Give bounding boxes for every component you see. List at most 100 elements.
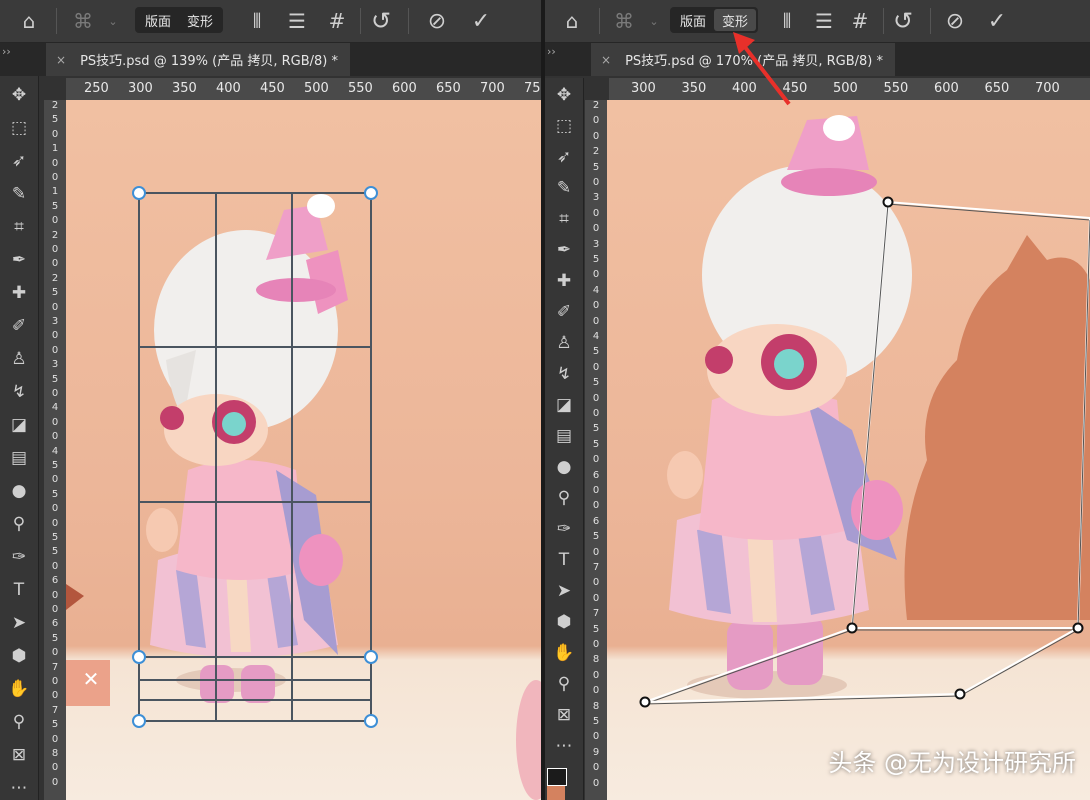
ruler-tick-label: 5 (592, 346, 600, 358)
warp-handle[interactable] (364, 650, 378, 664)
history-brush-tool-icon[interactable]: ↯ (4, 377, 34, 407)
background-color-swatch[interactable] (547, 786, 565, 800)
home-icon[interactable]: ⌂ (557, 6, 587, 36)
ruler-tick-label: 5 (51, 373, 59, 385)
ruler-tick-label: 0 (592, 777, 600, 789)
zoom-tool-icon[interactable]: ⚲ (4, 707, 34, 737)
dodge-tool-icon[interactable]: ⚲ (549, 483, 579, 513)
ruler-tick-label: 5 (592, 716, 600, 727)
path-select-tool-icon[interactable]: ➤ (549, 576, 579, 606)
transform-handle[interactable] (1072, 622, 1084, 634)
block-prop-mark: ✕ (83, 667, 100, 691)
separator (883, 8, 884, 34)
vertical-ruler: 2 5 0 1 0 0 1 5 0 2 0 0 2 5 0 3 0 0 3 5 0 4 0 0 4 5 0 5 0 0 5 5 0 6 0 0 6 5 0 7… (44, 100, 66, 800)
eraser-tool-icon[interactable]: ◪ (549, 390, 579, 420)
eyedropper-tool-icon[interactable]: ✒ (549, 235, 579, 265)
history-brush-tool-icon[interactable]: ↯ (549, 359, 579, 389)
frame-tool-icon[interactable]: ⊠ (549, 700, 579, 730)
home-icon[interactable]: ⌂ (14, 6, 44, 36)
shape-tool-icon[interactable]: ⬢ (549, 607, 579, 637)
chevron-down-icon[interactable]: ⌄ (98, 6, 128, 36)
layout-mode-button[interactable]: 版面 (137, 9, 179, 31)
type-tool-icon[interactable]: T (549, 545, 579, 575)
split-horizontal-icon[interactable]: ☰ (282, 6, 312, 36)
blur-tool-icon[interactable]: ● (549, 452, 579, 482)
move-tool-icon[interactable]: ✥ (549, 80, 579, 110)
transform-handle[interactable] (846, 622, 858, 634)
blur-tool-icon[interactable]: ● (4, 476, 34, 506)
chevron-down-icon[interactable]: ⌄ (639, 6, 669, 36)
warp-handle[interactable] (364, 714, 378, 728)
close-tab-icon[interactable]: × (56, 53, 66, 67)
stamp-tool-icon[interactable]: ♙ (549, 328, 579, 358)
document-canvas[interactable]: 头条 @无为设计研究所 (607, 100, 1090, 800)
transform-handle[interactable] (639, 696, 651, 708)
gradient-tool-icon[interactable]: ▤ (4, 443, 34, 473)
ruler-tick-label: 650 (984, 81, 1010, 96)
ruler-tick-label: 600 (392, 81, 417, 96)
foreground-color-swatch[interactable] (547, 768, 567, 786)
pen-tool-icon[interactable]: ✑ (4, 542, 34, 572)
healing-tool-icon[interactable]: ✚ (4, 278, 34, 308)
document-canvas[interactable]: ✕ (66, 100, 541, 800)
lasso-tool-icon[interactable]: ➶ (4, 146, 34, 176)
brush-tool-icon[interactable]: ✐ (549, 297, 579, 327)
close-tab-icon[interactable]: × (601, 53, 611, 67)
more-tools-icon[interactable]: ⋯ (4, 773, 34, 800)
zoom-tool-icon[interactable]: ⚲ (549, 669, 579, 699)
crop-tool-icon[interactable]: ⌗ (549, 204, 579, 234)
collapse-panel-icon[interactable]: ›› (547, 45, 556, 58)
pen-tool-icon[interactable]: ✑ (549, 514, 579, 544)
move-tool-icon[interactable]: ✥ (4, 80, 34, 110)
dodge-tool-icon[interactable]: ⚲ (4, 509, 34, 539)
ruler-tick-label: 5 (51, 719, 59, 731)
transform-handle[interactable] (882, 196, 894, 208)
shape-tool-icon[interactable]: ⬢ (4, 641, 34, 671)
quick-select-tool-icon[interactable]: ✎ (4, 179, 34, 209)
ruler-tick-label: 2 (51, 229, 59, 241)
split-cross-icon[interactable]: # (322, 6, 352, 36)
cancel-transform-icon[interactable]: ⊘ (422, 6, 452, 36)
warp-icon[interactable]: ⌘ (609, 6, 639, 36)
collapse-panel-icon[interactable]: ›› (2, 45, 11, 58)
split-cross-icon[interactable]: # (845, 6, 875, 36)
ruler-tick-label: 7 (592, 608, 600, 620)
ruler-tick-label: 0 (592, 731, 600, 743)
ruler-tick-label: 450 (260, 81, 285, 96)
commit-transform-icon[interactable]: ✓ (466, 6, 496, 36)
ruler-tick-label: 0 (592, 639, 600, 650)
marquee-tool-icon[interactable]: ⬚ (549, 111, 579, 141)
warp-handle[interactable] (132, 650, 146, 664)
more-tools-icon[interactable]: ⋯ (549, 731, 579, 761)
reset-warp-icon[interactable]: ↺ (888, 6, 918, 36)
commit-transform-icon[interactable]: ✓ (982, 6, 1012, 36)
cancel-transform-icon[interactable]: ⊘ (940, 6, 970, 36)
marquee-tool-icon[interactable]: ⬚ (4, 113, 34, 143)
lasso-tool-icon[interactable]: ➶ (549, 142, 579, 172)
ruler-tick-label: 0 (592, 546, 600, 558)
split-horizontal-icon[interactable]: ☰ (809, 6, 839, 36)
quick-select-tool-icon[interactable]: ✎ (549, 173, 579, 203)
type-tool-icon[interactable]: T (4, 575, 34, 605)
gradient-tool-icon[interactable]: ▤ (549, 421, 579, 451)
crop-tool-icon[interactable]: ⌗ (4, 212, 34, 242)
hand-tool-icon[interactable]: ✋ (4, 674, 34, 704)
warp-handle[interactable] (364, 186, 378, 200)
warp-handle[interactable] (132, 186, 146, 200)
stamp-tool-icon[interactable]: ♙ (4, 344, 34, 374)
transform-handle[interactable] (954, 688, 966, 700)
document-tab[interactable]: × PS技巧.psd @ 139% (产品 拷贝, RGB/8) * (46, 43, 350, 76)
split-vertical-icon[interactable]: ⦀ (242, 6, 272, 36)
layout-mode-button[interactable]: 版面 (672, 9, 714, 31)
warp-handle[interactable] (132, 714, 146, 728)
frame-tool-icon[interactable]: ⊠ (4, 740, 34, 770)
path-select-tool-icon[interactable]: ➤ (4, 608, 34, 638)
eyedropper-tool-icon[interactable]: ✒ (4, 245, 34, 275)
reset-warp-icon[interactable]: ↺ (366, 6, 396, 36)
eraser-tool-icon[interactable]: ◪ (4, 410, 34, 440)
warp-icon[interactable]: ⌘ (68, 6, 98, 36)
healing-tool-icon[interactable]: ✚ (549, 266, 579, 296)
hand-tool-icon[interactable]: ✋ (549, 638, 579, 668)
transform-mode-button[interactable]: 变形 (179, 9, 221, 31)
brush-tool-icon[interactable]: ✐ (4, 311, 34, 341)
